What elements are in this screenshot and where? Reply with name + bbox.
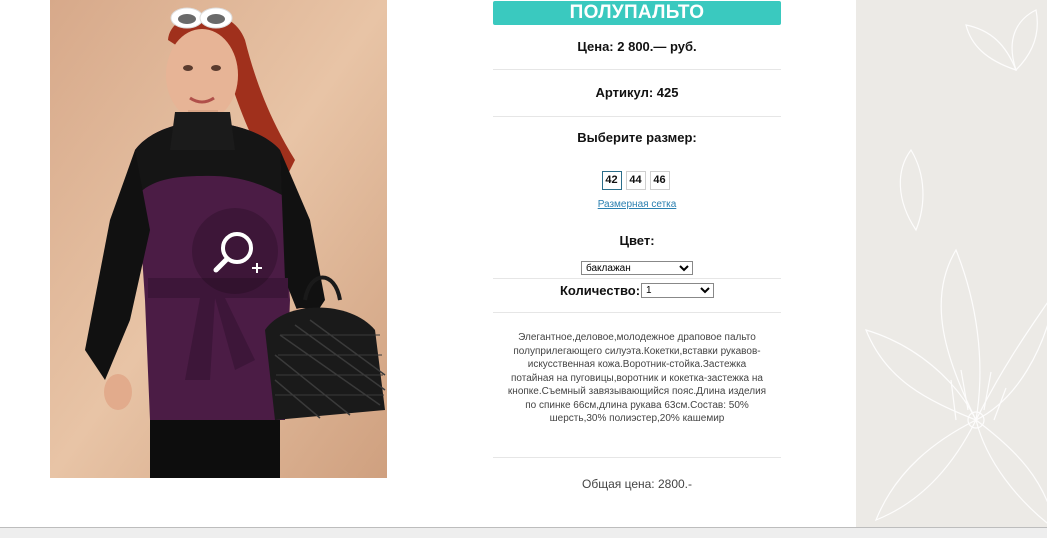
size-option-46[interactable]: 46 (649, 171, 670, 190)
product-details: ПОЛУПАЛЬТО Цена: 2 800.— руб. Артикул: 4… (493, 0, 781, 491)
bottom-scrollbar[interactable] (0, 527, 1047, 538)
product-price: Цена: 2 800.— руб. (493, 25, 781, 70)
size-chart-link[interactable]: Размерная сетка (493, 199, 781, 210)
flower-decoration (864, 9, 1047, 524)
quantity-label: Количество: (559, 283, 641, 298)
divider (493, 456, 781, 458)
product-title: ПОЛУПАЛЬТО (493, 1, 781, 25)
color-label: Цвет: (619, 233, 655, 248)
size-option-44[interactable]: 44 (625, 171, 646, 190)
product-article: Артикул: 425 (493, 70, 781, 117)
size-options: 42 44 46 (490, 171, 781, 190)
quantity-select[interactable]: 1 (641, 283, 715, 298)
total-price: Общая цена: 2800.- (582, 476, 692, 491)
quantity-row: Количество: 1 (493, 283, 781, 298)
divider (493, 278, 781, 279)
product-photo[interactable] (50, 0, 387, 478)
page-background-floral (856, 0, 1047, 537)
zoom-in-icon[interactable] (192, 208, 278, 294)
product-description: Элегантное,деловое,молодежное драповое п… (507, 332, 767, 424)
color-select[interactable]: баклажан (581, 261, 693, 275)
size-label: Выберите размер: (577, 130, 697, 145)
divider (493, 312, 781, 313)
size-option-42[interactable]: 42 (601, 171, 622, 190)
